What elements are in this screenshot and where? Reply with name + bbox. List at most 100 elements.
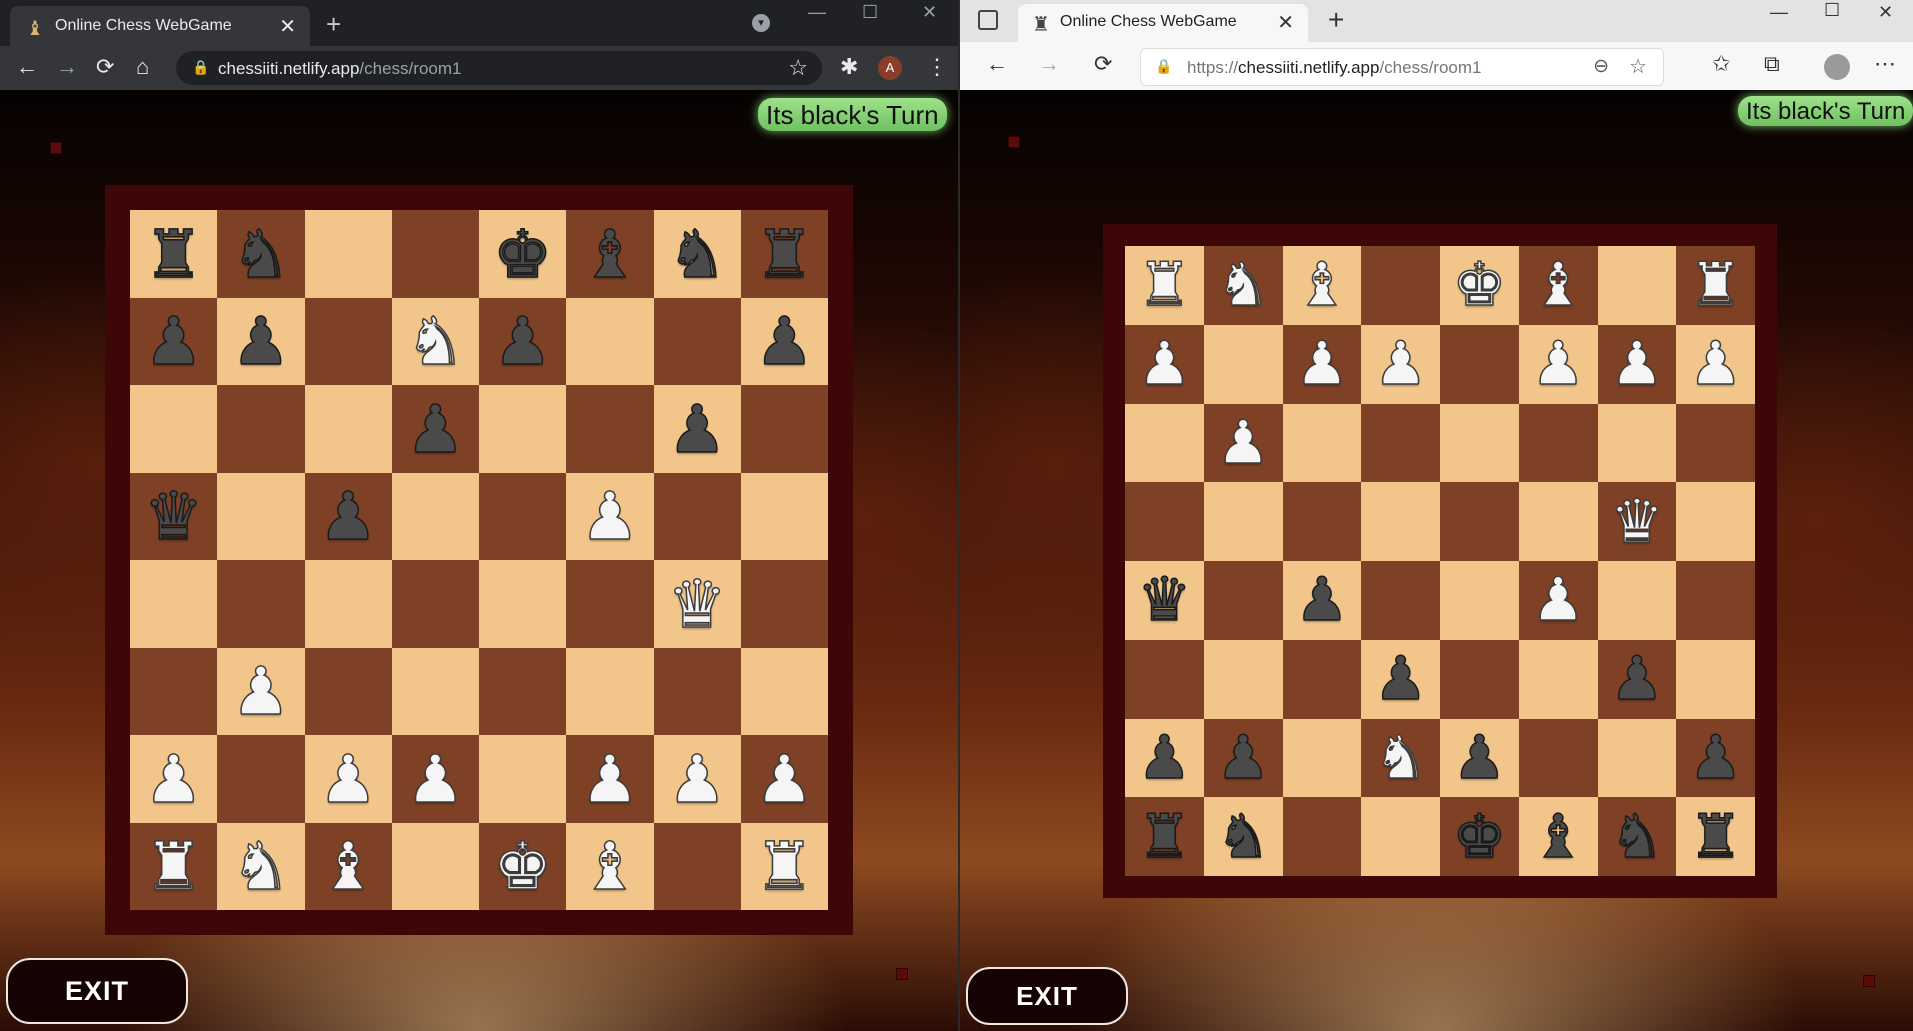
white-bishop-icon[interactable]: ♝ [580, 833, 641, 901]
board-square[interactable]: ♟ [1518, 324, 1598, 404]
black-king-icon[interactable]: ♚ [1452, 805, 1507, 867]
board-square[interactable] [391, 472, 479, 560]
board-square[interactable] [653, 822, 741, 910]
black-pawn-icon[interactable]: ♟ [754, 308, 815, 376]
favorites-icon[interactable]: ✩ [1712, 52, 1730, 76]
board-square[interactable]: ♜ [130, 822, 218, 910]
board-square[interactable] [217, 472, 305, 560]
board-square[interactable]: ♜ [1676, 246, 1755, 325]
black-pawn-icon[interactable]: ♟ [1609, 648, 1664, 710]
board-square[interactable]: ♟ [1282, 561, 1362, 640]
board-square[interactable] [479, 735, 567, 823]
white-pawn-icon[interactable]: ♟ [580, 745, 641, 813]
board-square[interactable] [304, 297, 392, 385]
board-square[interactable] [130, 647, 218, 735]
board-square[interactable]: ♟ [566, 735, 654, 823]
board-square[interactable] [479, 385, 567, 473]
board-square[interactable] [1282, 403, 1362, 483]
black-pawn-icon[interactable]: ♟ [1688, 727, 1743, 789]
board-square[interactable] [391, 822, 479, 910]
close-window-icon[interactable]: ✕ [922, 2, 937, 23]
back-icon[interactable]: ← [16, 55, 38, 79]
new-tab-icon[interactable]: + [1328, 4, 1344, 36]
board-square[interactable] [304, 210, 392, 298]
board-square[interactable]: ♛ [653, 560, 741, 648]
white-pawn-icon[interactable]: ♟ [1373, 333, 1428, 395]
board-square[interactable]: ♟ [1203, 403, 1283, 483]
board-square[interactable]: ♟ [740, 735, 828, 823]
board-square[interactable] [1597, 561, 1677, 640]
black-knight-icon[interactable]: ♞ [1609, 805, 1664, 867]
board-square[interactable]: ♝ [566, 822, 654, 910]
board-square[interactable]: ♟ [1676, 718, 1755, 798]
maximize-icon[interactable]: ☐ [1824, 0, 1840, 21]
board-square[interactable] [740, 385, 828, 473]
board-square[interactable] [1203, 482, 1283, 561]
bookmark-star-icon[interactable]: ☆ [788, 55, 808, 81]
white-rook-icon[interactable]: ♜ [754, 833, 815, 901]
board-square[interactable]: ♛ [1125, 561, 1204, 640]
black-rook-icon[interactable]: ♜ [1688, 805, 1743, 867]
black-queen-icon[interactable]: ♛ [1137, 569, 1192, 631]
black-pawn-icon[interactable]: ♟ [1215, 727, 1270, 789]
board-square[interactable] [1518, 403, 1598, 483]
white-pawn-icon[interactable]: ♟ [754, 745, 815, 813]
tab-actions-icon[interactable] [978, 10, 998, 30]
board-square[interactable] [1597, 246, 1677, 325]
board-square[interactable]: ♜ [1125, 797, 1204, 876]
black-rook-icon[interactable]: ♜ [754, 220, 815, 288]
board-square[interactable]: ♛ [130, 472, 218, 560]
tab-search-icon[interactable]: ▾ [752, 14, 770, 32]
board-square[interactable]: ♟ [391, 735, 479, 823]
board-square[interactable] [1125, 482, 1204, 561]
board-square[interactable]: ♜ [1125, 246, 1204, 325]
black-rook-icon[interactable]: ♜ [1137, 805, 1192, 867]
maximize-icon[interactable]: ☐ [862, 2, 878, 23]
black-pawn-icon[interactable]: ♟ [1137, 727, 1192, 789]
profile-avatar[interactable]: A [878, 56, 902, 80]
white-bishop-icon[interactable]: ♝ [1530, 254, 1585, 316]
board-square[interactable] [1361, 561, 1440, 640]
board-square[interactable] [1676, 482, 1755, 561]
board-square[interactable]: ♟ [1361, 324, 1440, 404]
white-king-icon[interactable]: ♚ [1452, 254, 1507, 316]
board-square[interactable] [479, 472, 567, 560]
board-square[interactable]: ♚ [1440, 246, 1519, 325]
white-pawn-icon[interactable]: ♟ [1215, 412, 1270, 474]
board-square[interactable] [1440, 482, 1519, 561]
board-square[interactable] [653, 472, 741, 560]
board-square[interactable] [391, 560, 479, 648]
collections-icon[interactable]: ⧉ [1764, 52, 1780, 76]
forward-icon[interactable]: → [56, 55, 78, 79]
board-square[interactable] [1440, 639, 1519, 719]
board-square[interactable]: ♝ [1518, 797, 1598, 876]
board-square[interactable]: ♞ [391, 297, 479, 385]
white-bishop-icon[interactable]: ♝ [1294, 254, 1349, 316]
board-square[interactable] [1361, 482, 1440, 561]
black-pawn-icon[interactable]: ♟ [1452, 727, 1507, 789]
white-pawn-icon[interactable]: ♟ [580, 483, 641, 551]
board-square[interactable]: ♝ [1282, 246, 1362, 325]
white-pawn-icon[interactable]: ♟ [1609, 333, 1664, 395]
black-pawn-icon[interactable]: ♟ [231, 308, 292, 376]
board-square[interactable] [1518, 639, 1598, 719]
forward-icon[interactable]: → [1038, 52, 1060, 76]
board-square[interactable]: ♞ [217, 822, 305, 910]
black-pawn-icon[interactable]: ♟ [318, 483, 379, 551]
board-square[interactable]: ♜ [130, 210, 218, 298]
board-square[interactable]: ♞ [1203, 797, 1283, 876]
black-knight-icon[interactable]: ♞ [231, 220, 292, 288]
extensions-icon[interactable]: ✱ [840, 55, 858, 79]
board-square[interactable]: ♟ [130, 735, 218, 823]
close-tab-icon[interactable]: ✕ [1277, 10, 1294, 35]
board-square[interactable]: ♞ [1361, 718, 1440, 798]
board-square[interactable]: ♚ [479, 210, 567, 298]
back-icon[interactable]: ← [986, 52, 1008, 76]
black-knight-icon[interactable]: ♞ [1215, 805, 1270, 867]
exit-button[interactable]: EXIT [6, 958, 188, 1024]
white-queen-icon[interactable]: ♛ [1609, 490, 1664, 552]
white-pawn-icon[interactable]: ♟ [1530, 333, 1585, 395]
board-square[interactable] [1440, 324, 1519, 404]
black-queen-icon[interactable]: ♛ [143, 483, 204, 551]
board-square[interactable] [1361, 246, 1440, 325]
